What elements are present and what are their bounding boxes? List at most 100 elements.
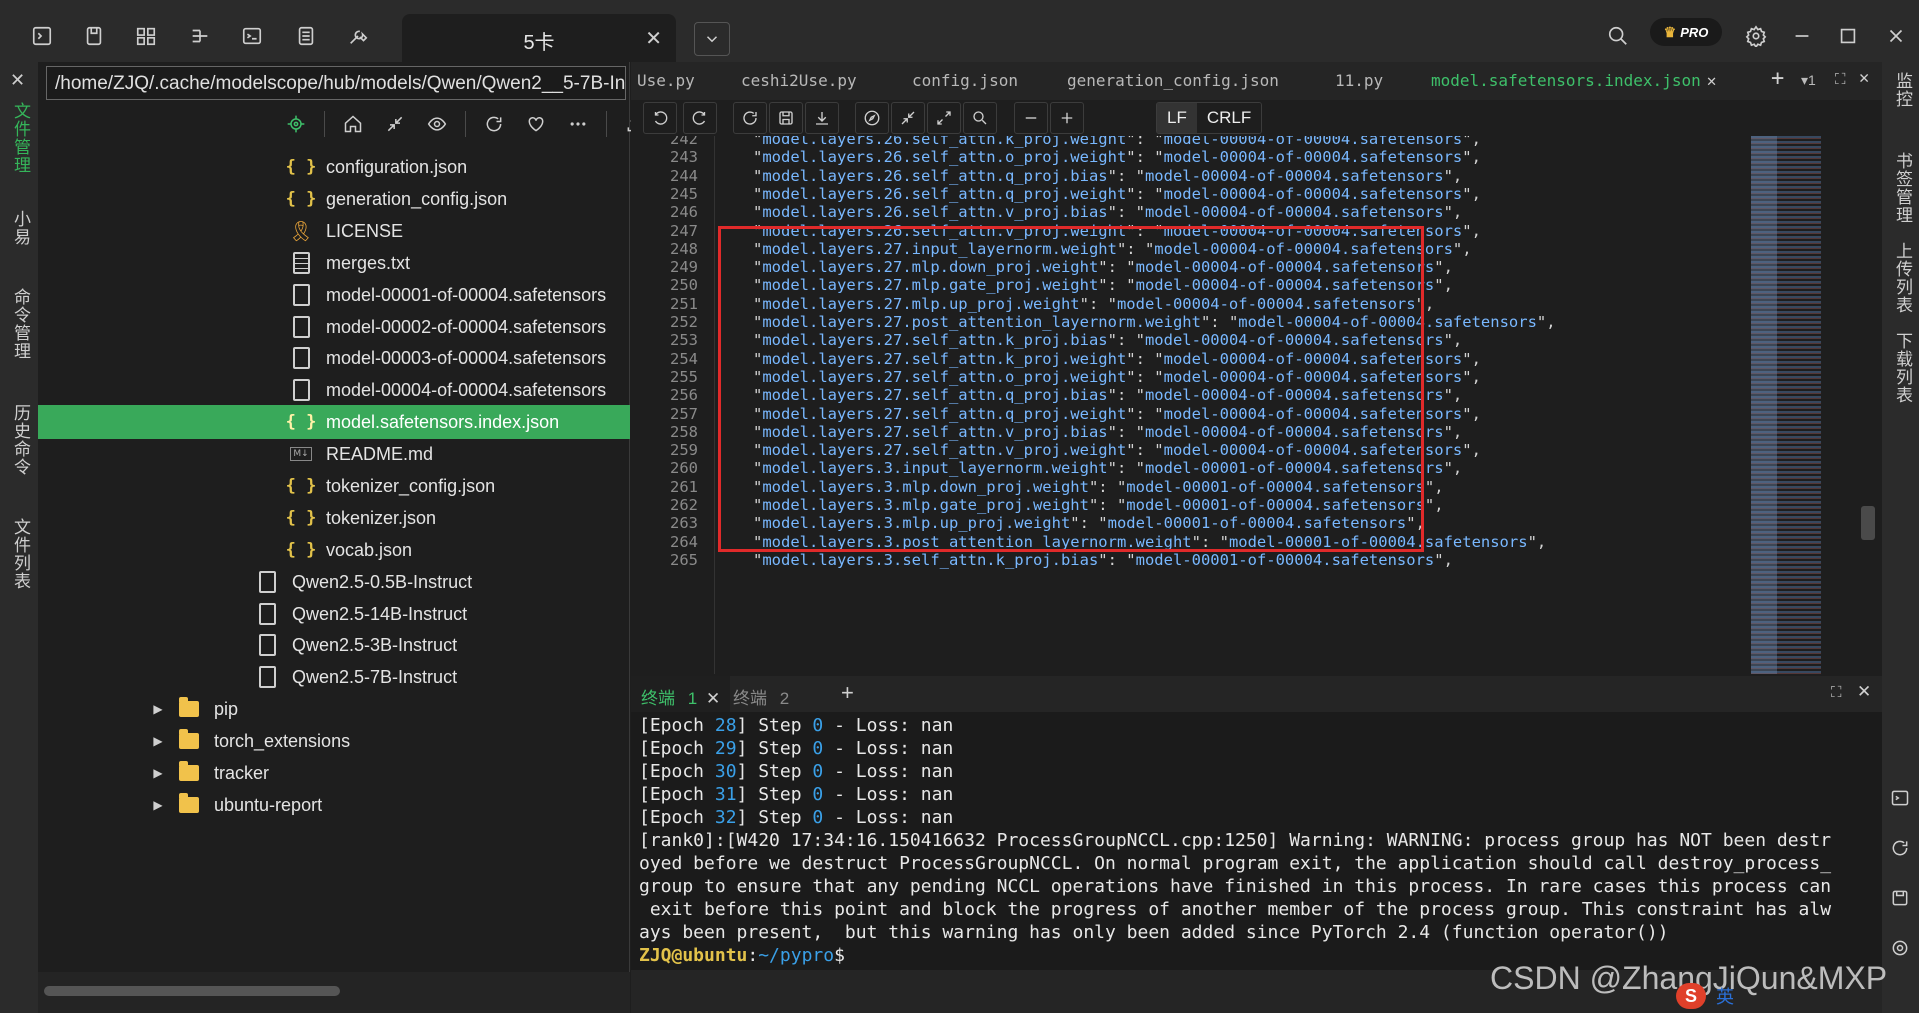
- save-icon[interactable]: [1890, 888, 1912, 910]
- download-icon[interactable]: [805, 102, 839, 134]
- chevron-right-icon[interactable]: ▶: [148, 766, 168, 780]
- editor-tab[interactable]: ceshi2Use.py: [741, 71, 857, 90]
- file-row[interactable]: 🎗 LICENSE: [38, 214, 630, 248]
- eye-icon[interactable]: [419, 107, 455, 141]
- tab-close-icon[interactable]: ✕: [1707, 71, 1717, 90]
- terminal-icon[interactable]: [28, 22, 56, 50]
- file-row[interactable]: merges.txt: [38, 246, 630, 280]
- close-icon[interactable]: ✕: [1859, 68, 1869, 88]
- file-row-selected[interactable]: { } model.safetensors.index.json: [38, 405, 630, 439]
- chevron-right-icon[interactable]: ▶: [148, 734, 168, 748]
- settings-icon[interactable]: [1742, 22, 1770, 50]
- folder-row[interactable]: Qwen2.5-0.5B-Instruct: [38, 565, 630, 599]
- sidebar-item-download-list[interactable]: 下载列表: [1890, 332, 1915, 404]
- search-icon[interactable]: [963, 102, 997, 134]
- file-row[interactable]: M↓ README.md: [38, 437, 630, 471]
- folder-row[interactable]: ▶ pip: [38, 692, 630, 726]
- file-row[interactable]: { } generation_config.json: [38, 182, 630, 216]
- path-input[interactable]: /home/ZJQ/.cache/modelscope/hub/models/Q…: [46, 66, 626, 100]
- sidebar-item-file-list[interactable]: 文件列表: [8, 518, 33, 590]
- sidebar-item-history[interactable]: 历史命令: [8, 404, 33, 476]
- lf-button[interactable]: LF: [1157, 103, 1197, 133]
- redo-icon[interactable]: [683, 102, 717, 134]
- add-tab-icon[interactable]: +: [1771, 66, 1784, 91]
- sidebar-item-command-manager[interactable]: 命令管理: [8, 288, 33, 360]
- close-icon[interactable]: ✕: [1857, 682, 1871, 702]
- maximize-icon[interactable]: [1834, 22, 1862, 50]
- wrench-icon[interactable]: [344, 22, 372, 50]
- home-icon[interactable]: [335, 107, 371, 141]
- search-icon[interactable]: [1604, 22, 1632, 50]
- grid-icon[interactable]: [132, 22, 160, 50]
- close-icon[interactable]: [1882, 22, 1910, 50]
- terminal-tab-close-icon[interactable]: ✕: [706, 689, 720, 708]
- session-tab-close-icon[interactable]: ✕: [645, 26, 662, 51]
- chevron-right-icon[interactable]: ▶: [148, 798, 168, 812]
- terminal-icon[interactable]: [1890, 788, 1912, 810]
- minimize-icon[interactable]: [1788, 22, 1816, 50]
- file-row[interactable]: { } configuration.json: [38, 150, 630, 184]
- folder-row[interactable]: ▶ torch_extensions: [38, 724, 630, 758]
- zoom-out-icon[interactable]: [1014, 102, 1048, 134]
- folder-row[interactable]: ▶ tracker: [38, 756, 630, 790]
- folder-row[interactable]: Qwen2.5-7B-Instruct: [38, 660, 630, 694]
- refresh-icon[interactable]: [1890, 838, 1912, 860]
- file-icon[interactable]: [80, 22, 108, 50]
- crlf-button[interactable]: CRLF: [1196, 103, 1262, 133]
- refresh-icon[interactable]: [476, 107, 512, 141]
- file-row[interactable]: model-00002-of-00004.safetensors: [38, 310, 630, 344]
- locate-icon[interactable]: [278, 107, 314, 141]
- file-row[interactable]: { } tokenizer_config.json: [38, 469, 630, 503]
- pro-badge[interactable]: ♛ PRO: [1650, 18, 1722, 46]
- scrollbar-thumb[interactable]: [44, 986, 340, 996]
- undo-icon[interactable]: [643, 102, 677, 134]
- add-terminal-icon[interactable]: +: [841, 680, 854, 706]
- file-row[interactable]: { } tokenizer.json: [38, 501, 630, 535]
- command-icon[interactable]: [238, 22, 266, 50]
- sidebar-close-icon[interactable]: ✕: [10, 70, 25, 91]
- maximize-icon[interactable]: ⛶: [1831, 684, 1842, 701]
- list-icon[interactable]: [292, 22, 320, 50]
- maximize-icon[interactable]: ⛶: [1835, 70, 1846, 88]
- editor-tab-active[interactable]: model.safetensors.index.json ✕: [1431, 71, 1716, 90]
- compass-icon[interactable]: [855, 102, 889, 134]
- file-row[interactable]: model-00001-of-00004.safetensors: [38, 278, 630, 312]
- save-icon[interactable]: [769, 102, 803, 134]
- zoom-in-icon[interactable]: [1050, 102, 1084, 134]
- terminal-tab-2[interactable]: 终端 2: [723, 676, 799, 712]
- file-row[interactable]: model-00004-of-00004.safetensors: [38, 373, 630, 407]
- more-icon[interactable]: [560, 107, 596, 141]
- editor-tab[interactable]: 11.py: [1335, 71, 1383, 90]
- session-tab[interactable]: 5卡 ✕: [402, 14, 676, 62]
- tab-count[interactable]: ▾1: [1801, 72, 1816, 89]
- chevron-right-icon[interactable]: ▶: [148, 702, 168, 716]
- terminal-tab-1[interactable]: 终端 1 ✕: [631, 676, 731, 712]
- ime-logo[interactable]: S: [1676, 983, 1706, 1009]
- sidebar-item-file-manager[interactable]: 文件管理: [8, 102, 33, 174]
- tree-icon[interactable]: [186, 22, 214, 50]
- folder-row[interactable]: ▶ ubuntu-report: [38, 788, 630, 822]
- terminal-output[interactable]: [Epoch 28] Step 0 - Loss: nan [Epoch 29] …: [631, 712, 1882, 970]
- minimap-viewport[interactable]: [1751, 136, 1777, 674]
- file-row[interactable]: model-00003-of-00004.safetensors: [38, 341, 630, 375]
- reload-icon[interactable]: [733, 102, 767, 134]
- folder-row[interactable]: Qwen2.5-3B-Instruct: [38, 628, 630, 662]
- sidebar-item-upload-list[interactable]: 上传列表: [1890, 242, 1915, 314]
- collapse-icon[interactable]: [377, 107, 413, 141]
- heart-icon[interactable]: [518, 107, 554, 141]
- editor-scrollbar-thumb[interactable]: [1861, 506, 1875, 540]
- editor-tab[interactable]: Use.py: [637, 71, 695, 90]
- ime-language[interactable]: 英: [1716, 983, 1734, 1009]
- sidebar-item-xiaoyi[interactable]: 小易: [8, 210, 33, 246]
- file-row[interactable]: { } vocab.json: [38, 533, 630, 567]
- expand-icon[interactable]: [927, 102, 961, 134]
- editor-tab[interactable]: generation_config.json: [1067, 71, 1279, 90]
- session-dropdown-button[interactable]: [694, 22, 730, 56]
- folder-row[interactable]: Qwen2.5-14B-Instruct: [38, 597, 630, 631]
- sidebar-item-monitor[interactable]: 监控: [1890, 72, 1915, 108]
- file-list-scrollbar[interactable]: [38, 972, 630, 1013]
- settings-icon[interactable]: [1890, 938, 1912, 960]
- editor-tab[interactable]: config.json: [912, 71, 1018, 90]
- collapse-icon[interactable]: [891, 102, 925, 134]
- code-editor[interactable]: 242 243 244 245 246 247 248 249 250 251 252 253 254 2…: [631, 136, 1882, 674]
